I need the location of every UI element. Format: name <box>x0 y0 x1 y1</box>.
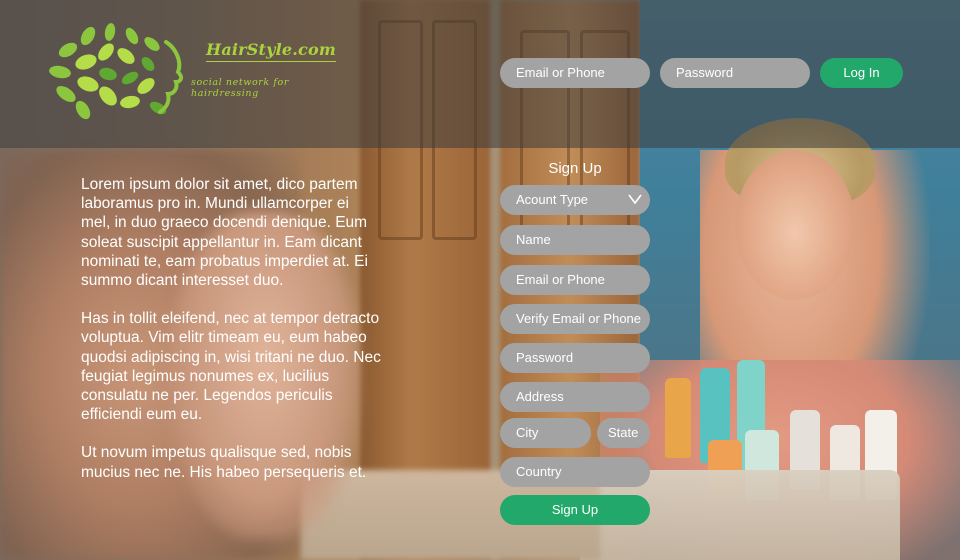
chevron-down-icon <box>628 194 642 205</box>
woman-head <box>735 150 855 300</box>
bottle <box>665 378 691 458</box>
verify-email-placeholder: Verify Email or Phone <box>516 311 642 326</box>
logo-brand-text: HairStyle.com <box>206 40 337 62</box>
login-button-label: Log In <box>843 65 880 80</box>
name-field[interactable]: Name <box>500 225 650 255</box>
password-placeholder: Password <box>516 350 574 365</box>
email-field[interactable]: Email or Phone <box>500 265 650 295</box>
state-field[interactable]: State <box>597 418 650 448</box>
country-placeholder: Country <box>516 464 562 479</box>
email-placeholder: Email or Phone <box>516 272 605 287</box>
city-placeholder: City <box>516 425 539 440</box>
login-email-input[interactable]: Email or Phone <box>500 58 650 88</box>
site-logo[interactable]: HairStyle.com social network for hairdre… <box>48 22 338 122</box>
password-field[interactable]: Password <box>500 343 650 373</box>
intro-paragraph: Ut novum impetus qualisque sed, nobis mu… <box>81 444 367 481</box>
signup-button-label: Sign Up <box>551 502 599 517</box>
signup-button[interactable]: Sign Up <box>500 495 650 525</box>
intro-text: Lorem ipsum dolor sit amet, dico partem … <box>81 175 381 501</box>
login-password-placeholder: Password <box>676 65 734 80</box>
account-type-value: Acount Type <box>516 192 589 207</box>
header-bar: HairStyle.com social network for hairdre… <box>0 0 960 148</box>
login-password-input[interactable]: Password <box>660 58 810 88</box>
login-email-placeholder: Email or Phone <box>516 65 605 80</box>
leaf-swirl-logo-icon <box>49 23 184 120</box>
verify-email-field[interactable]: Verify Email or Phone <box>500 304 650 334</box>
logo-tagline: social network for hairdressing <box>191 77 289 99</box>
signup-title: Sign Up <box>548 160 602 177</box>
name-placeholder: Name <box>516 232 551 247</box>
address-field[interactable]: Address <box>500 382 650 412</box>
address-placeholder: Address <box>516 389 564 404</box>
state-placeholder: State <box>608 425 639 440</box>
country-field[interactable]: Country <box>500 457 650 487</box>
intro-paragraph: Has in tollit eleifend, nec at tempor de… <box>81 310 381 424</box>
account-type-select[interactable]: Acount Type <box>500 185 650 215</box>
intro-paragraph: Lorem ipsum dolor sit amet, dico partem … <box>81 176 368 290</box>
login-button[interactable]: Log In <box>820 58 903 88</box>
city-field[interactable]: City <box>500 418 591 448</box>
